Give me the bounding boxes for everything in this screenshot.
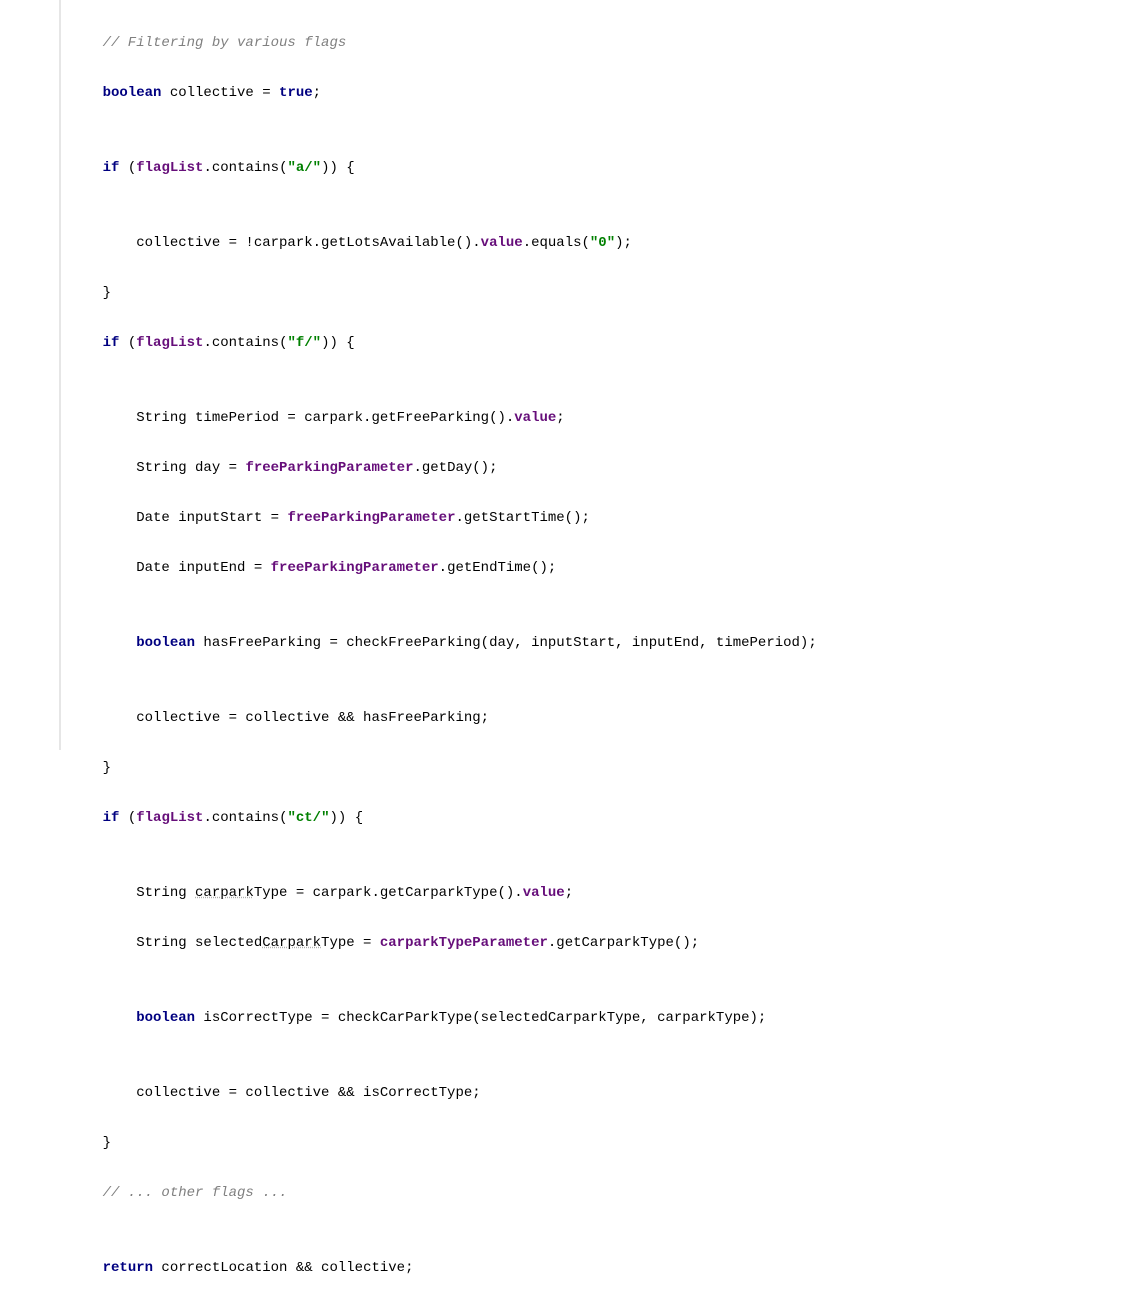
code-line[interactable]: } [69,1131,1130,1156]
code-line[interactable]: collective = !carpark.getLotsAvailable()… [69,231,1130,256]
code-text: .contains( [203,810,287,826]
code-text: } [69,285,111,301]
code-text: Type = [321,935,380,951]
code-editor[interactable]: // Filtering by various flags boolean co… [61,0,1130,1306]
string: "0" [590,235,615,251]
code-text: .getCarparkType(); [548,935,699,951]
spellcheck-squiggle: Carpark [262,935,321,951]
indent [69,160,103,176]
code-line[interactable]: String carparkType = carpark.getCarparkT… [69,881,1130,906]
string: "f/" [287,335,321,351]
code-line[interactable]: String timePeriod = carpark.getFreeParki… [69,406,1130,431]
code-line[interactable]: boolean collective = true; [69,81,1130,106]
code-line[interactable]: if (flagList.contains("a/")) { [69,156,1130,181]
spellcheck-squiggle: carpark [195,885,254,901]
field: freeParkingParameter [245,460,413,476]
comment-text: // ... other flags ... [69,1185,287,1201]
code-line[interactable]: Date inputStart = freeParkingParameter.g… [69,506,1130,531]
code-line[interactable]: Date inputEnd = freeParkingParameter.get… [69,556,1130,581]
field: flagList [136,335,203,351]
code-text: } [69,760,111,776]
indent [69,1010,136,1026]
code-text: hasFreeParking = checkFreeParking(day, i… [195,635,817,651]
field: value [523,885,565,901]
code-text: ( [119,335,136,351]
keyword: return [103,1260,153,1276]
code-line[interactable]: String selectedCarparkType = carparkType… [69,931,1130,956]
code-text: Date inputStart = [69,510,287,526]
code-line[interactable]: // Filtering by various flags [69,31,1130,56]
string: "a/" [287,160,321,176]
code-text: String day = [69,460,245,476]
code-text: collective = !carpark.getLotsAvailable()… [69,235,481,251]
editor-gutter [0,0,61,750]
indent [69,85,103,101]
code-text: Date inputEnd = [69,560,271,576]
keyword: boolean [103,85,162,101]
field: freeParkingParameter [287,510,455,526]
keyword: boolean [136,1010,195,1026]
code-text: correctLocation && collective; [153,1260,413,1276]
code-line[interactable]: collective = collective && isCorrectType… [69,1081,1130,1106]
field: flagList [136,810,203,826]
code-line[interactable]: // ... other flags ... [69,1181,1130,1206]
code-text: )) { [321,335,355,351]
string: "ct/" [287,810,329,826]
code-text: String selected [69,935,262,951]
code-text: .getStartTime(); [455,510,589,526]
code-text: ; [313,85,321,101]
code-text: .equals( [523,235,590,251]
indent [69,1260,103,1276]
code-line[interactable]: if (flagList.contains("ct/")) { [69,806,1130,831]
code-text: )) { [321,160,355,176]
code-line[interactable]: boolean isCorrectType = checkCarParkType… [69,1006,1130,1031]
code-line[interactable]: boolean hasFreeParking = checkFreeParkin… [69,631,1130,656]
code-text: String timePeriod = carpark.getFreeParki… [69,410,514,426]
code-text: collective = [161,85,279,101]
field: freeParkingParameter [271,560,439,576]
keyword: if [103,335,120,351]
keyword: if [103,810,120,826]
literal: true [279,85,313,101]
code-line[interactable]: collective = collective && hasFreeParkin… [69,706,1130,731]
indent [69,335,103,351]
code-text: ; [565,885,573,901]
code-text: .getEndTime(); [439,560,557,576]
code-line[interactable]: } [69,756,1130,781]
code-line[interactable]: return correctLocation && collective; [69,1256,1130,1281]
code-text: collective = collective && isCorrectType… [69,1085,481,1101]
code-line[interactable]: } [69,281,1130,306]
keyword: if [103,160,120,176]
code-text: .contains( [203,160,287,176]
code-text: .contains( [203,335,287,351]
code-text: String [69,885,195,901]
code-text: .getDay(); [413,460,497,476]
code-text: } [69,1135,111,1151]
code-text: isCorrectType = checkCarParkType(selecte… [195,1010,766,1026]
code-line[interactable]: String day = freeParkingParameter.getDay… [69,456,1130,481]
indent [69,810,103,826]
field: carparkTypeParameter [380,935,548,951]
code-text: ( [119,160,136,176]
code-line[interactable]: if (flagList.contains("f/")) { [69,331,1130,356]
code-text: collective = collective && hasFreeParkin… [69,710,489,726]
field: flagList [136,160,203,176]
keyword: boolean [136,635,195,651]
code-text: ( [119,810,136,826]
field: value [514,410,556,426]
code-text: ); [615,235,632,251]
code-text: ; [556,410,564,426]
comment-text: // Filtering by various flags [69,35,346,51]
indent [69,635,136,651]
code-text: )) { [329,810,363,826]
code-text: Type = carpark.getCarparkType(). [254,885,523,901]
field: value [481,235,523,251]
